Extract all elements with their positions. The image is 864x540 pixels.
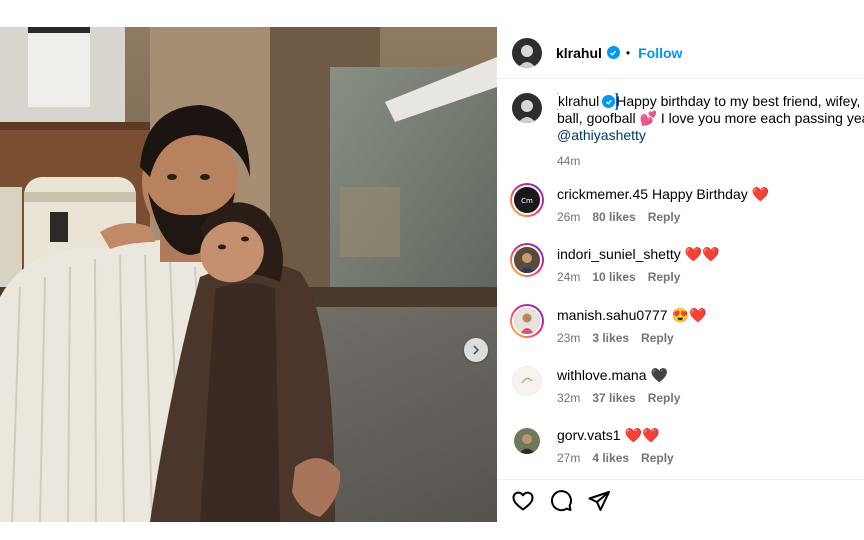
next-photo-button[interactable] [464,338,488,362]
comment-username[interactable]: indori_suniel_shetty [557,246,681,262]
share-icon [588,491,610,511]
comment-item: manish.sahu0777 😍❤️ 23m 3 likes Reply [510,304,864,347]
comment-likes[interactable]: 3 likes [592,329,629,347]
caption-username[interactable]: klrahul [557,93,619,110]
comment-time: 26m [557,210,581,224]
commenter-avatar[interactable] [510,424,544,458]
caption-timestamp: 44m [557,154,581,168]
comment-item: gorv.vats1 ❤️❤️ 27m 4 likes Reply [512,426,864,467]
caption-author-avatar[interactable] [512,93,542,123]
separator-dot: • [625,45,631,60]
verified-badge-icon [606,46,620,59]
caption-text: klrahul Happy birthday to my best friend… [557,93,864,170]
post-side-panel: klrahul • Follow klrahul Happy birthday … [497,27,864,522]
reply-button[interactable]: Reply [641,329,674,347]
commenter-avatar[interactable] [510,304,544,338]
chevron-right-icon [473,345,480,355]
caption-line-2: ball, goofball 💕 I love you more each pa… [557,110,864,126]
comment-text: 🖤 [650,367,668,383]
share-button[interactable] [587,489,611,513]
comment-item: withlove.mana 🖤 32m 37 likes Reply [512,366,864,407]
comment-time: 23m [557,331,581,345]
comment-username[interactable]: withlove.mana [557,367,647,383]
comment-likes[interactable]: 10 likes [592,268,635,286]
post-action-bar [497,479,864,522]
commenter-avatar[interactable]: Cm [510,183,544,217]
caption-line-1: Happy birthday to my best friend, wifey,… [616,93,864,109]
comment-text: Happy Birthday ❤️ [652,186,770,202]
comment-item: indori_suniel_shetty ❤️❤️ 24m 10 likes Re… [510,243,864,286]
comment-likes[interactable]: 80 likes [592,208,635,226]
commenter-avatar[interactable] [510,364,544,398]
comment-text: 😍❤️ [671,307,707,323]
reply-button[interactable]: Reply [641,449,674,467]
comment-time: 32m [557,391,581,405]
instagram-post-view: klrahul • Follow klrahul Happy birthday … [0,0,864,540]
follow-button[interactable]: Follow [638,45,682,61]
like-button[interactable] [511,489,535,513]
verified-badge-icon [602,95,616,108]
comment-button[interactable] [549,489,573,513]
post-header: klrahul • Follow [497,27,864,79]
comment-likes[interactable]: 37 likes [592,389,635,407]
author-username[interactable]: klrahul [556,45,602,61]
post-caption: klrahul Happy birthday to my best friend… [512,93,864,170]
comment-text: ❤️❤️ [624,427,660,443]
reply-button[interactable]: Reply [648,389,681,407]
reply-button[interactable]: Reply [648,268,681,286]
comment-likes[interactable]: 4 likes [592,449,629,467]
author-avatar[interactable] [512,37,542,68]
comment-username[interactable]: crickmemer.45 [557,186,648,202]
svg-text:Cm: Cm [521,197,533,205]
comment-time: 24m [557,270,581,284]
heart-icon [512,491,534,511]
post-photo[interactable] [0,27,497,522]
comment-username[interactable]: gorv.vats1 [557,427,621,443]
comment-item: Cm crickmemer.45 Happy Birthday ❤️ 26m 80… [510,183,864,226]
reply-button[interactable]: Reply [648,208,681,226]
commenter-avatar[interactable] [510,243,544,277]
comment-icon [550,490,572,512]
photo-image [0,27,497,522]
caption-mention-link[interactable]: @athiyashetty [557,127,864,144]
comment-username[interactable]: manish.sahu0777 [557,307,668,323]
comment-text: ❤️❤️ [684,246,720,262]
comment-time: 27m [557,451,581,465]
